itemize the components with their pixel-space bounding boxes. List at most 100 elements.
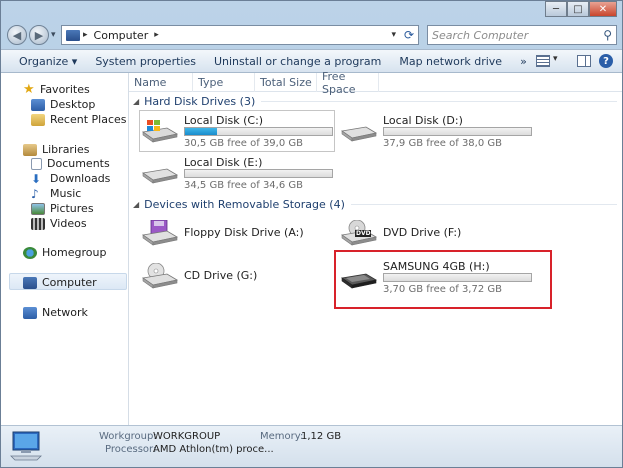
capacity-bar — [184, 127, 333, 136]
minimize-button[interactable]: ─ — [545, 1, 567, 17]
breadcrumb-computer[interactable]: Computer — [94, 29, 149, 42]
memory-value: 1,12 GB — [301, 431, 342, 442]
more-commands-button[interactable]: » — [511, 50, 536, 72]
forward-button[interactable]: ▶ — [29, 25, 49, 45]
workgroup-value: WORKGROUP — [153, 431, 221, 442]
desktop-icon — [31, 98, 45, 111]
windows-drive-icon — [141, 120, 179, 143]
drive-samsung-h[interactable]: SAMSUNG 4GB (H:) 3,70 GB free of 3,72 GB — [338, 259, 532, 295]
processor-label: Processor: — [105, 444, 157, 455]
capacity-bar — [184, 169, 333, 178]
cd-drive-icon — [141, 263, 179, 289]
column-name[interactable]: Name — [129, 73, 193, 92]
view-dropdown-icon[interactable]: ▾ — [553, 54, 558, 64]
group-hard-disk-drives[interactable]: ◢ Hard Disk Drives (3) — [133, 95, 617, 108]
nav-computer[interactable]: Computer — [23, 276, 97, 289]
recent-places-icon — [31, 113, 45, 126]
system-properties-button[interactable]: System properties — [86, 50, 205, 72]
music-icon: ♪ — [31, 186, 39, 201]
nav-network[interactable]: Network — [23, 306, 88, 319]
back-button[interactable]: ◀ — [7, 25, 27, 45]
close-button[interactable]: ✕ — [589, 1, 617, 17]
address-dropdown-icon[interactable]: ▾ — [391, 30, 396, 40]
drive-local-disk-e[interactable]: Local Disk (E:) 34,5 GB free of 34,6 GB — [139, 155, 333, 191]
drive-name: Floppy Disk Drive (A:) — [184, 226, 304, 239]
nav-label: Libraries — [42, 143, 90, 156]
nav-music[interactable]: ♪ Music — [31, 187, 81, 200]
documents-icon — [31, 157, 42, 170]
collapse-icon[interactable]: ◢ — [133, 97, 139, 106]
search-icon[interactable]: ⚲ — [603, 28, 612, 42]
history-dropdown-icon[interactable]: ▾ — [51, 30, 56, 40]
content-pane: Name Type Total Size Free Space ◢ Hard D… — [129, 70, 622, 425]
nav-label: Computer — [42, 276, 97, 289]
details-pane: Workgroup: WORKGROUP Memory: 1,12 GB Pro… — [1, 425, 622, 467]
network-icon — [23, 306, 37, 319]
command-bar: Organize ▾ System properties Uninstall o… — [1, 49, 622, 73]
nav-label: Downloads — [50, 172, 111, 185]
drive-local-disk-d[interactable]: Local Disk (D:) 37,9 GB free of 38,0 GB — [338, 113, 532, 149]
downloads-icon: ⬇ — [31, 171, 42, 186]
dvd-logo-text: DVD — [356, 230, 371, 237]
maximize-button[interactable]: □ — [567, 1, 589, 17]
workgroup-label: Workgroup: — [99, 431, 157, 442]
nav-documents[interactable]: Documents — [31, 157, 110, 170]
nav-downloads[interactable]: ⬇ Downloads — [31, 172, 110, 185]
preview-pane-icon[interactable] — [577, 55, 591, 67]
collapse-icon[interactable]: ◢ — [133, 200, 139, 209]
nav-pictures[interactable]: Pictures — [31, 202, 94, 215]
column-type[interactable]: Type — [193, 73, 255, 92]
nav-desktop[interactable]: Desktop — [31, 98, 95, 111]
drive-name: Local Disk (D:) — [383, 114, 463, 127]
group-removable-storage[interactable]: ◢ Devices with Removable Storage (4) — [133, 198, 617, 211]
computer-icon — [23, 276, 37, 289]
refresh-icon[interactable]: ⟳ — [404, 28, 414, 42]
drive-name: Local Disk (C:) — [184, 114, 264, 127]
group-divider — [261, 101, 617, 102]
pictures-icon — [31, 202, 45, 215]
drive-free-space: 3,70 GB free of 3,72 GB — [383, 284, 502, 295]
breadcrumb-arrow-icon[interactable]: ▸ — [83, 30, 88, 40]
organize-button[interactable]: Organize ▾ — [1, 50, 86, 72]
nav-label: Videos — [50, 217, 87, 230]
drive-cd-g[interactable]: CD Drive (G:) — [139, 259, 333, 295]
libraries-icon — [23, 143, 37, 156]
computer-icon — [10, 431, 42, 461]
address-bar[interactable]: ▸ Computer ▸ ▾ ⟳ — [61, 25, 419, 45]
group-label: Devices with Removable Storage (4) — [144, 198, 345, 211]
nav-label: Documents — [47, 157, 110, 170]
drive-free-space: 37,9 GB free of 38,0 GB — [383, 138, 502, 149]
drive-local-disk-c[interactable]: Local Disk (C:) 30,5 GB free of 39,0 GB — [139, 113, 333, 149]
forward-arrow-icon: ▶ — [34, 28, 44, 42]
column-total-size[interactable]: Total Size — [255, 73, 317, 92]
star-icon: ★ — [23, 81, 35, 97]
memory-label: Memory: — [260, 431, 304, 442]
map-network-drive-button[interactable]: Map network drive — [390, 50, 511, 72]
videos-icon — [31, 217, 45, 230]
search-placeholder: Search Computer — [432, 28, 529, 42]
column-free-space[interactable]: Free Space — [317, 70, 379, 96]
help-icon[interactable]: ? — [599, 54, 613, 68]
drive-dvd-f[interactable]: DVD DVD Drive (F:) — [338, 216, 532, 252]
breadcrumb-arrow-icon[interactable]: ▸ — [154, 30, 159, 40]
homegroup-icon — [23, 246, 37, 259]
processor-value: AMD Athlon(tm) proce... — [153, 444, 274, 455]
nav-videos[interactable]: Videos — [31, 217, 87, 230]
drive-name: Local Disk (E:) — [184, 156, 263, 169]
nav-favorites[interactable]: ★ Favorites — [23, 81, 90, 97]
drive-name: SAMSUNG 4GB (H:) — [383, 260, 490, 273]
navigation-pane: ★ Favorites Desktop Recent Places Librari… — [1, 73, 129, 425]
capacity-bar — [383, 273, 532, 282]
usb-drive-icon — [340, 273, 378, 289]
nav-homegroup[interactable]: Homegroup — [23, 246, 106, 259]
search-input[interactable]: Search Computer ⚲ — [427, 25, 617, 45]
group-divider — [350, 204, 617, 205]
view-options-icon[interactable] — [536, 55, 550, 67]
nav-label: Recent Places — [50, 113, 127, 126]
nav-label: Favorites — [40, 83, 90, 96]
nav-libraries[interactable]: Libraries — [23, 143, 90, 156]
nav-recent-places[interactable]: Recent Places — [31, 113, 127, 126]
drive-free-space: 34,5 GB free of 34,6 GB — [184, 180, 303, 191]
explorer-window: ─ □ ✕ ◀ ▶ ▾ ▸ Computer ▸ ▾ ⟳ Search Comp… — [0, 0, 623, 468]
drive-floppy-a[interactable]: Floppy Disk Drive (A:) — [139, 216, 333, 252]
